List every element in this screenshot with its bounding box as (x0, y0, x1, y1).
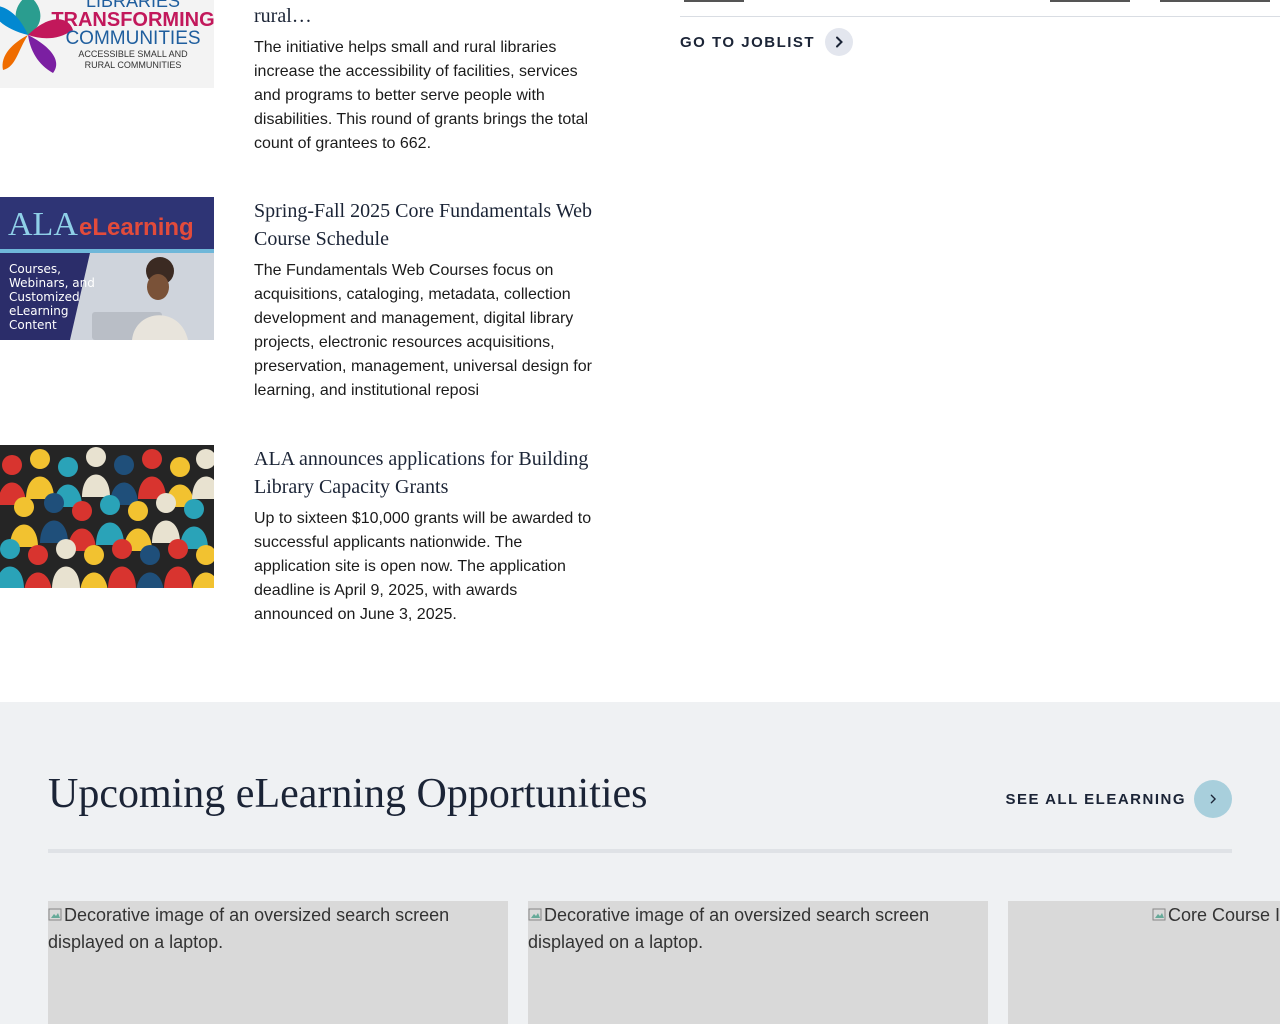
card-image-alt: Core Course I (1168, 905, 1280, 925)
news-title[interactable]: ALA announces applications for Building … (254, 445, 599, 501)
svg-text:Courses,: Courses, (9, 262, 61, 276)
news-description: The Fundamentals Web Courses focus on ac… (254, 262, 592, 399)
elearning-card[interactable]: Core Course I (1008, 901, 1280, 1024)
go-to-joblist-link[interactable]: GO TO JOBLIST (680, 28, 854, 56)
upcoming-elearning-section: Upcoming eLearning Opportunities SEE ALL… (0, 702, 1280, 1024)
elearning-card[interactable]: Decorative image of an oversized search … (528, 901, 988, 1024)
svg-text:ACCESSIBLE SMALL AND: ACCESSIBLE SMALL AND (78, 49, 188, 59)
elearning-card[interactable]: Decorative image of an oversized search … (48, 901, 508, 1024)
card-image-alt: Decorative image of an oversized search … (48, 905, 450, 952)
news-description: The initiative helps small and rural lib… (254, 39, 589, 152)
broken-image-icon (528, 908, 542, 921)
svg-text:COMMUNITIES: COMMUNITIES (65, 28, 200, 49)
see-all-elearning-link[interactable]: SEE ALL ELEARNING (1005, 780, 1232, 818)
card-image: Decorative image of an oversized search … (48, 901, 508, 956)
svg-text:Webinars, and: Webinars, and (9, 276, 95, 290)
job-listing-fragment (680, 0, 1280, 4)
chevron-right-icon (1194, 780, 1232, 818)
card-image: Decorative image of an oversized search … (528, 901, 988, 956)
svg-text:eLearning: eLearning (79, 214, 194, 241)
card-image: Core Course I (1008, 901, 1280, 929)
news-description: Up to sixteen $10,000 grants will be awa… (254, 510, 592, 623)
card-image-alt: Decorative image of an oversized search … (528, 905, 930, 952)
svg-text:Content: Content (9, 318, 57, 332)
diverse-crowd-illustration[interactable] (0, 445, 214, 588)
libraries-transforming-communities-logo[interactable]: LIBRARIES TRANSFORMING COMMUNITIES ACCES… (0, 0, 214, 88)
joblist-divider (680, 16, 1280, 17)
section-heading: Upcoming eLearning Opportunities (48, 771, 648, 817)
section-divider (48, 849, 1232, 853)
svg-text:ALA: ALA (8, 206, 78, 243)
news-title[interactable]: Spring-Fall 2025 Core Fundamentals Web C… (254, 197, 599, 253)
broken-image-icon (1152, 908, 1166, 921)
ala-elearning-banner[interactable]: ALA eLearning Courses, Webinars, and Cus… (0, 197, 214, 340)
go-to-joblist-label: GO TO JOBLIST (680, 33, 816, 51)
news-title[interactable]: rural… (254, 2, 599, 30)
chevron-right-icon (825, 28, 854, 56)
svg-text:Customized: Customized (9, 290, 80, 304)
see-all-elearning-label: SEE ALL ELEARNING (1005, 790, 1186, 808)
svg-text:eLearning: eLearning (9, 304, 68, 318)
svg-text:RURAL COMMUNITIES: RURAL COMMUNITIES (85, 60, 182, 70)
broken-image-icon (48, 908, 62, 921)
